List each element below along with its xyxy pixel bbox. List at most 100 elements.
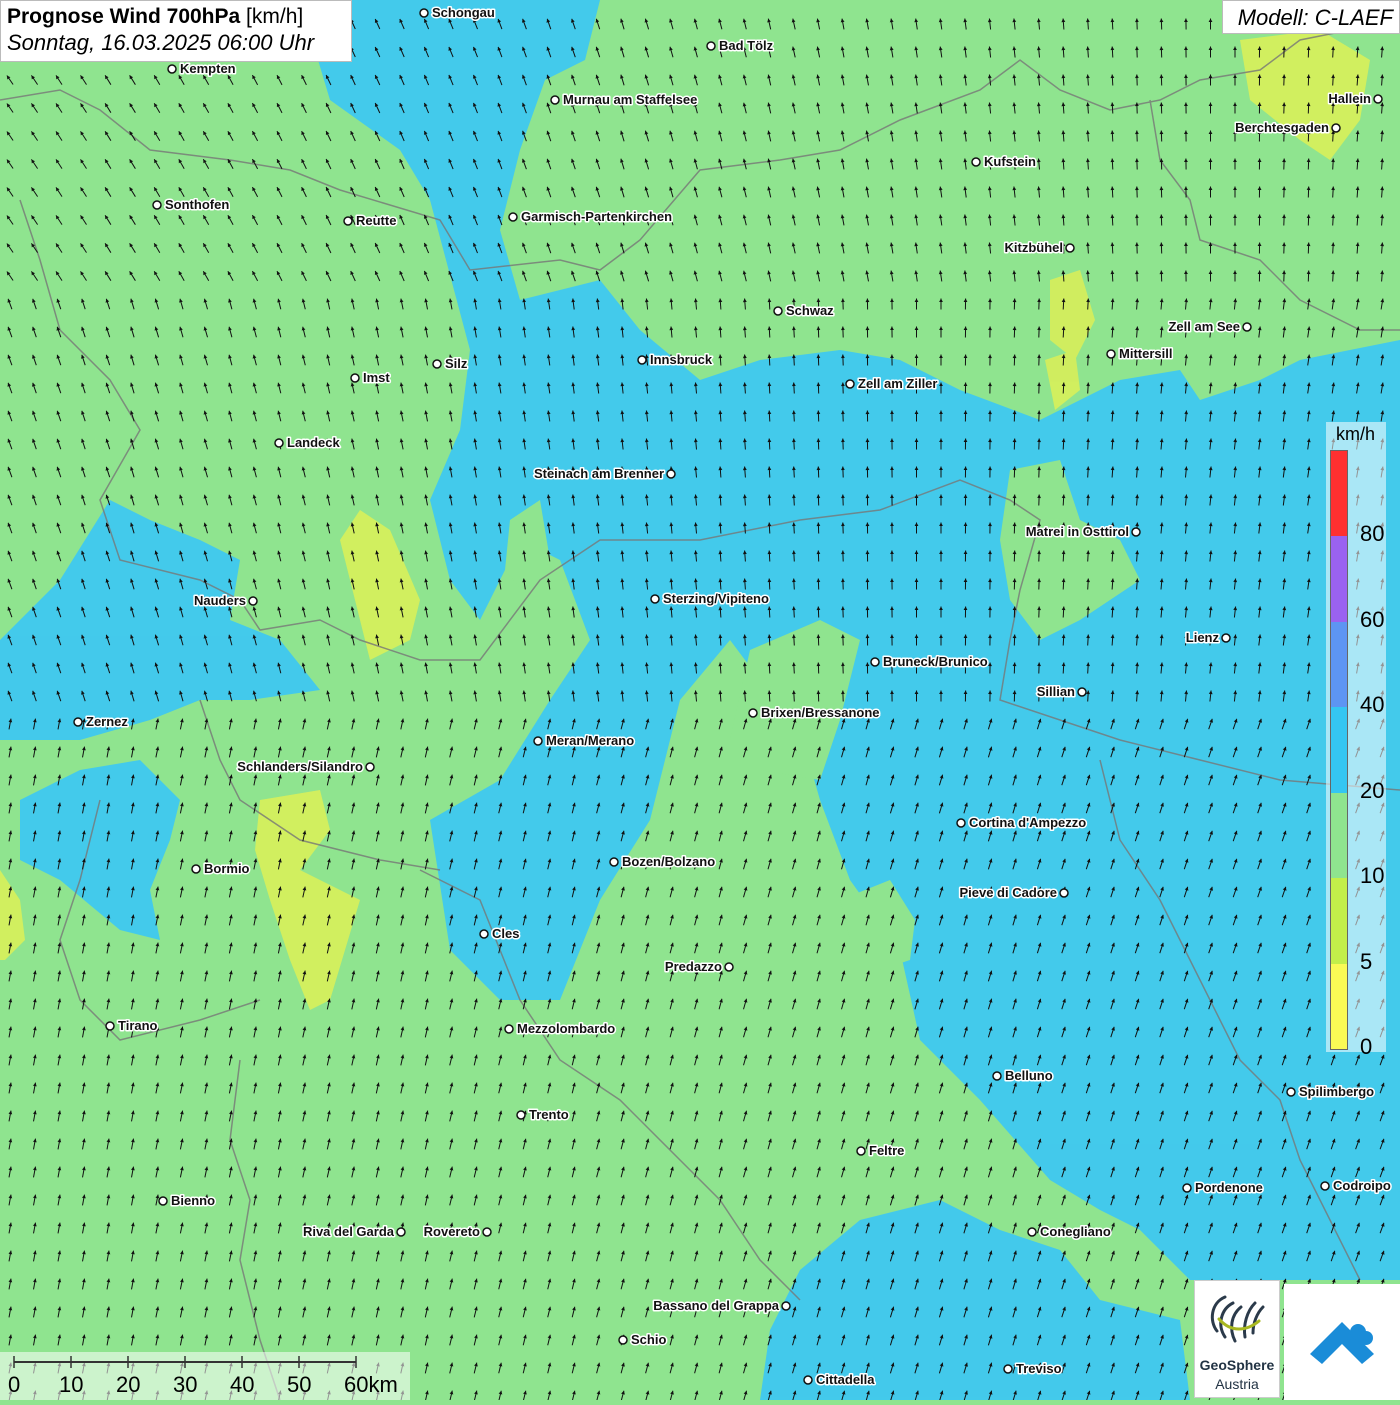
scale-label: 60km [344, 1372, 398, 1398]
city-label: Belluno [1005, 1068, 1053, 1083]
city-marker: Matrei in Osttirol [1026, 524, 1140, 539]
city-marker: Brixen/Bressanone [749, 705, 880, 720]
city-label: Mezzolombardo [517, 1021, 615, 1036]
city-label: Mittersill [1119, 346, 1172, 361]
legend-unit: km/h [1336, 424, 1375, 445]
title-unit: [km/h] [246, 5, 303, 28]
city-dot [74, 718, 82, 726]
city-label: Sonthofen [165, 197, 229, 212]
city-dot [153, 201, 161, 209]
city-label: Innsbruck [650, 352, 713, 367]
legend-swatch [1331, 793, 1347, 878]
city-label: Kufstein [984, 154, 1036, 169]
city-marker: Conegliano [1028, 1224, 1111, 1239]
city-dot [1287, 1088, 1295, 1096]
city-dot [351, 374, 359, 382]
city-dot [433, 360, 441, 368]
city-dot [846, 380, 854, 388]
city-label: Bad Tölz [719, 38, 774, 53]
city-label: Zernez [86, 714, 128, 729]
legend-label: 20 [1360, 778, 1384, 804]
city-label: Imst [363, 370, 390, 385]
city-label: Zell am See [1168, 319, 1240, 334]
city-label: Landeck [287, 435, 341, 450]
city-label: Sillian [1037, 684, 1075, 699]
city-dot [1243, 323, 1251, 331]
legend-label: 0 [1360, 1034, 1372, 1060]
forecast-datetime: Sonntag, 16.03.2025 06:00 Uhr [7, 30, 345, 56]
city-label: Sterzing/Vipiteno [663, 591, 769, 606]
geosphere-emblem-icon [1195, 1281, 1279, 1353]
city-dot [725, 963, 733, 971]
city-dot [1078, 688, 1086, 696]
city-dot [993, 1072, 1001, 1080]
city-dot [1132, 528, 1140, 536]
city-dot [1107, 350, 1115, 358]
city-dot [192, 865, 200, 873]
city-marker: Sterzing/Vipiteno [651, 591, 769, 606]
legend-label: 80 [1360, 521, 1384, 547]
scale-bar: 0102030405060km [0, 1352, 410, 1400]
model-label: Modell: C-LAEF [1222, 0, 1400, 34]
city-dot [749, 709, 757, 717]
legend-swatch [1331, 964, 1347, 1049]
geosphere-logo[interactable]: GeoSphere Austria [1194, 1280, 1280, 1398]
scale-label: 0 [8, 1372, 20, 1398]
city-dot [551, 96, 559, 104]
city-label: Murnau am Staffelsee [563, 92, 697, 107]
city-label: Brixen/Bressanone [761, 705, 880, 720]
city-dot [774, 307, 782, 315]
city-marker: Spilimbergo [1287, 1084, 1374, 1099]
city-label: Hallein [1328, 91, 1371, 106]
city-dot [509, 213, 517, 221]
city-dot [397, 1228, 405, 1236]
city-label: Meran/Merano [546, 733, 634, 748]
wind-map[interactable]: Schongau Bad Tölz Kempten Murnau am Staffel… [0, 0, 1400, 1400]
legend-label: 10 [1360, 863, 1384, 889]
city-label: Conegliano [1040, 1224, 1111, 1239]
city-dot [972, 158, 980, 166]
city-dot [1222, 634, 1230, 642]
city-label: Berchtesgaden [1235, 120, 1329, 135]
city-label: Schlanders/Silandro [237, 759, 363, 774]
city-label: Feltre [869, 1143, 904, 1158]
city-marker: Zell am Ziller [846, 376, 937, 391]
city-marker: Zell am See [1168, 319, 1251, 334]
city-label: Cittadella [816, 1372, 875, 1387]
city-label: Schongau [432, 5, 495, 20]
legend-color-bar [1330, 450, 1348, 1050]
city-label: Kitzbühel [1005, 240, 1064, 255]
scale-label: 20 [116, 1372, 140, 1398]
city-dot [420, 9, 428, 17]
scale-label: 40 [230, 1372, 254, 1398]
color-legend: km/h 806040201050 [1326, 422, 1386, 1052]
city-dot [651, 595, 659, 603]
city-dot [275, 439, 283, 447]
legend-swatch [1331, 536, 1347, 621]
city-label: Tirano [118, 1018, 158, 1033]
city-marker: Schongau [420, 5, 495, 20]
legend-swatch [1331, 707, 1347, 792]
city-marker: Mezzolombardo [505, 1021, 615, 1036]
title-main: Prognose Wind 700hPa [7, 5, 240, 28]
city-label: Trento [529, 1107, 569, 1122]
city-label: Spilimbergo [1299, 1084, 1374, 1099]
mountain-cloud-icon [1284, 1284, 1400, 1400]
city-dot [483, 1228, 491, 1236]
app-logo[interactable] [1284, 1284, 1400, 1400]
city-dot [804, 1376, 812, 1384]
city-marker: Bassano del Grappa [653, 1298, 790, 1313]
scale-label: 30 [173, 1372, 197, 1398]
city-marker: Garmisch-Partenkirchen [509, 209, 672, 224]
city-dot [1374, 95, 1382, 103]
city-label: Bormio [204, 861, 250, 876]
city-label: Matrei in Osttirol [1026, 524, 1129, 539]
city-label: Bruneck/Brunico [883, 654, 988, 669]
city-marker: Schlanders/Silandro [237, 759, 374, 774]
map-title: Prognose Wind 700hPa [km/h] [7, 5, 345, 29]
city-dot [871, 658, 879, 666]
city-marker: Pordenone [1183, 1180, 1263, 1195]
city-label: Rovereto [424, 1224, 480, 1239]
city-label: Kempten [180, 61, 236, 76]
city-dot [480, 930, 488, 938]
